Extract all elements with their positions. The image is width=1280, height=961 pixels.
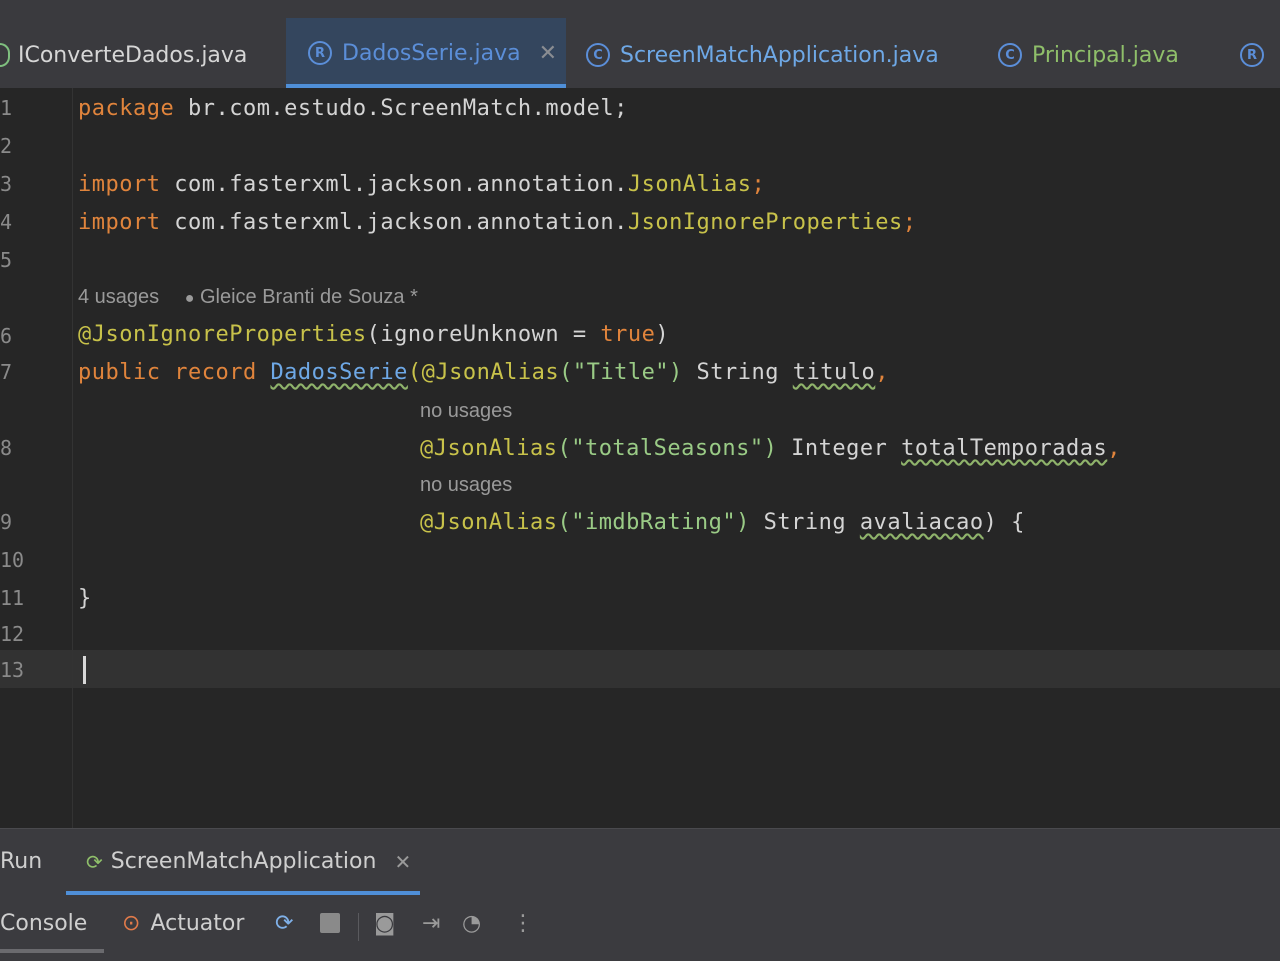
string-literal: ("Title") <box>559 360 683 385</box>
import-path: com.fasterxml.jackson.annotation. <box>160 210 628 235</box>
code-line-3: import com.fasterxml.jackson.annotation.… <box>78 172 765 197</box>
gutter-divider <box>72 88 73 828</box>
no-usages-hint: no usages <box>420 474 513 496</box>
keyword: import <box>78 210 161 235</box>
run-config-label: ScreenMatchApplication <box>110 849 377 874</box>
close-icon[interactable]: ✕ <box>394 850 411 874</box>
current-line-highlight <box>0 650 1280 688</box>
console-tab-underline <box>0 949 104 953</box>
more-options-icon[interactable]: ⋮ <box>512 911 534 936</box>
code-editor[interactable]: 1 2 3 4 5 6 7 8 9 10 11 12 13 package br… <box>0 88 1280 828</box>
usages-hint[interactable]: 4 usages ● Gleice Branti de Souza * <box>78 286 418 309</box>
code-line-4: import com.fasterxml.jackson.annotation.… <box>78 210 916 235</box>
actuator-label: Actuator <box>150 911 245 936</box>
code-line-11: } <box>78 586 92 611</box>
editor-tab-bar: IConverteDados.java R DadosSerie.java ✕ … <box>0 0 1280 89</box>
string-literal: ("totalSeasons") <box>557 436 778 461</box>
line-number: 3 <box>0 172 13 196</box>
line-number: 13 <box>0 658 25 682</box>
text-caret <box>83 656 86 684</box>
annotation: (@JsonAlias <box>407 360 560 385</box>
tab-iconvertedados[interactable]: IConverteDados.java <box>0 30 247 80</box>
rerun-icon[interactable]: ⟳ <box>275 911 293 936</box>
line-number-gutter: 1 2 3 4 5 6 7 8 9 10 11 12 13 <box>0 88 60 828</box>
field-name: totalTemporadas <box>901 436 1108 461</box>
import-class: JsonAlias <box>627 172 752 197</box>
keyword: package <box>78 96 175 121</box>
tab-dadosserie[interactable]: R DadosSerie.java ✕ <box>286 18 566 88</box>
package-name: br.com.estudo.ScreenMatch.model; <box>174 96 628 121</box>
interface-icon <box>0 43 10 67</box>
class-icon: C <box>998 43 1022 67</box>
keyword: true <box>600 322 656 347</box>
line-number: 1 <box>0 96 13 120</box>
annotation-args: (ignoreUnknown = <box>366 322 601 347</box>
brace-open: ) { <box>983 510 1025 535</box>
run-label: Run <box>0 849 43 874</box>
active-tab-underline <box>66 891 420 895</box>
annotation: @JsonAlias <box>420 436 558 461</box>
tab-console[interactable]: Console <box>0 911 87 936</box>
type: Integer <box>777 436 902 461</box>
record-icon: R <box>1240 43 1264 67</box>
close-icon[interactable]: ✕ <box>539 41 557 66</box>
exit-icon[interactable]: ⇥ <box>422 911 440 936</box>
semicolon: ; <box>902 210 917 235</box>
stop-icon[interactable] <box>320 913 340 939</box>
record-icon: R <box>308 41 332 65</box>
spring-run-icon: ⟳ <box>86 849 103 874</box>
code-line-6: @JsonIgnoreProperties(ignoreUnknown = tr… <box>78 322 669 347</box>
field-name: titulo <box>792 360 876 385</box>
import-class: JsonIgnoreProperties <box>627 210 903 235</box>
no-usages-hint: no usages <box>420 400 513 422</box>
camera-icon[interactable]: ◙ <box>374 911 395 936</box>
line-number: 9 <box>0 510 13 534</box>
usages-count[interactable]: 4 usages <box>78 286 159 308</box>
type: String <box>682 360 793 385</box>
code-line-7: public record DadosSerie(@JsonAlias("Tit… <box>78 360 889 385</box>
keyword: public record <box>78 360 257 385</box>
tab-label: DadosSerie.java <box>342 40 521 66</box>
toolbar-divider <box>358 913 359 941</box>
type: String <box>749 510 860 535</box>
line-number: 6 <box>0 324 13 348</box>
comma: , <box>1107 436 1122 461</box>
run-config-tab[interactable]: ⟳ ScreenMatchApplication ✕ <box>86 849 411 874</box>
import-path: com.fasterxml.jackson.annotation. <box>160 172 628 197</box>
line-number: 7 <box>0 360 13 384</box>
string-literal: ("imdbRating") <box>557 510 750 535</box>
line-number: 5 <box>0 248 13 272</box>
tab-actuator[interactable]: ⊙ Actuator <box>122 911 244 936</box>
actuator-icon: ⊙ <box>122 911 141 936</box>
tab-screenmatchapplication[interactable]: C ScreenMatchApplication.java <box>586 30 939 80</box>
line-number: 2 <box>0 134 13 158</box>
annotation: @JsonIgnoreProperties <box>78 322 367 347</box>
code-line-9: @JsonAlias("imdbRating") String avaliaca… <box>420 510 1025 535</box>
tab-overflow[interactable]: R <box>1240 30 1274 80</box>
record-name: DadosSerie <box>270 360 408 385</box>
annotation: @JsonAlias <box>420 510 558 535</box>
gauge-icon[interactable]: ◔ <box>462 911 481 936</box>
line-number: 10 <box>0 548 25 572</box>
line-number: 8 <box>0 436 13 460</box>
author-hint[interactable]: Gleice Branti de Souza * <box>200 286 418 308</box>
code-line-1: package br.com.estudo.ScreenMatch.model; <box>78 96 628 121</box>
class-run-icon: C <box>586 43 610 67</box>
line-number: 4 <box>0 210 13 234</box>
line-number: 12 <box>0 622 25 646</box>
field-name: avaliacao <box>859 510 984 535</box>
paren: ) <box>655 322 670 347</box>
code-line-8: @JsonAlias("totalSeasons") Integer total… <box>420 436 1121 461</box>
run-tool-window: Run ⟳ ScreenMatchApplication ✕ Console ⊙… <box>0 828 1280 961</box>
comma: , <box>875 360 890 385</box>
semicolon: ; <box>751 172 766 197</box>
tab-label: IConverteDados.java <box>18 42 248 68</box>
tab-principal[interactable]: C Principal.java <box>998 30 1179 80</box>
tab-label: Principal.java <box>1032 42 1179 68</box>
user-icon: ● <box>184 290 195 307</box>
line-number: 11 <box>0 586 25 610</box>
keyword: import <box>78 172 161 197</box>
tab-label: ScreenMatchApplication.java <box>620 42 939 68</box>
